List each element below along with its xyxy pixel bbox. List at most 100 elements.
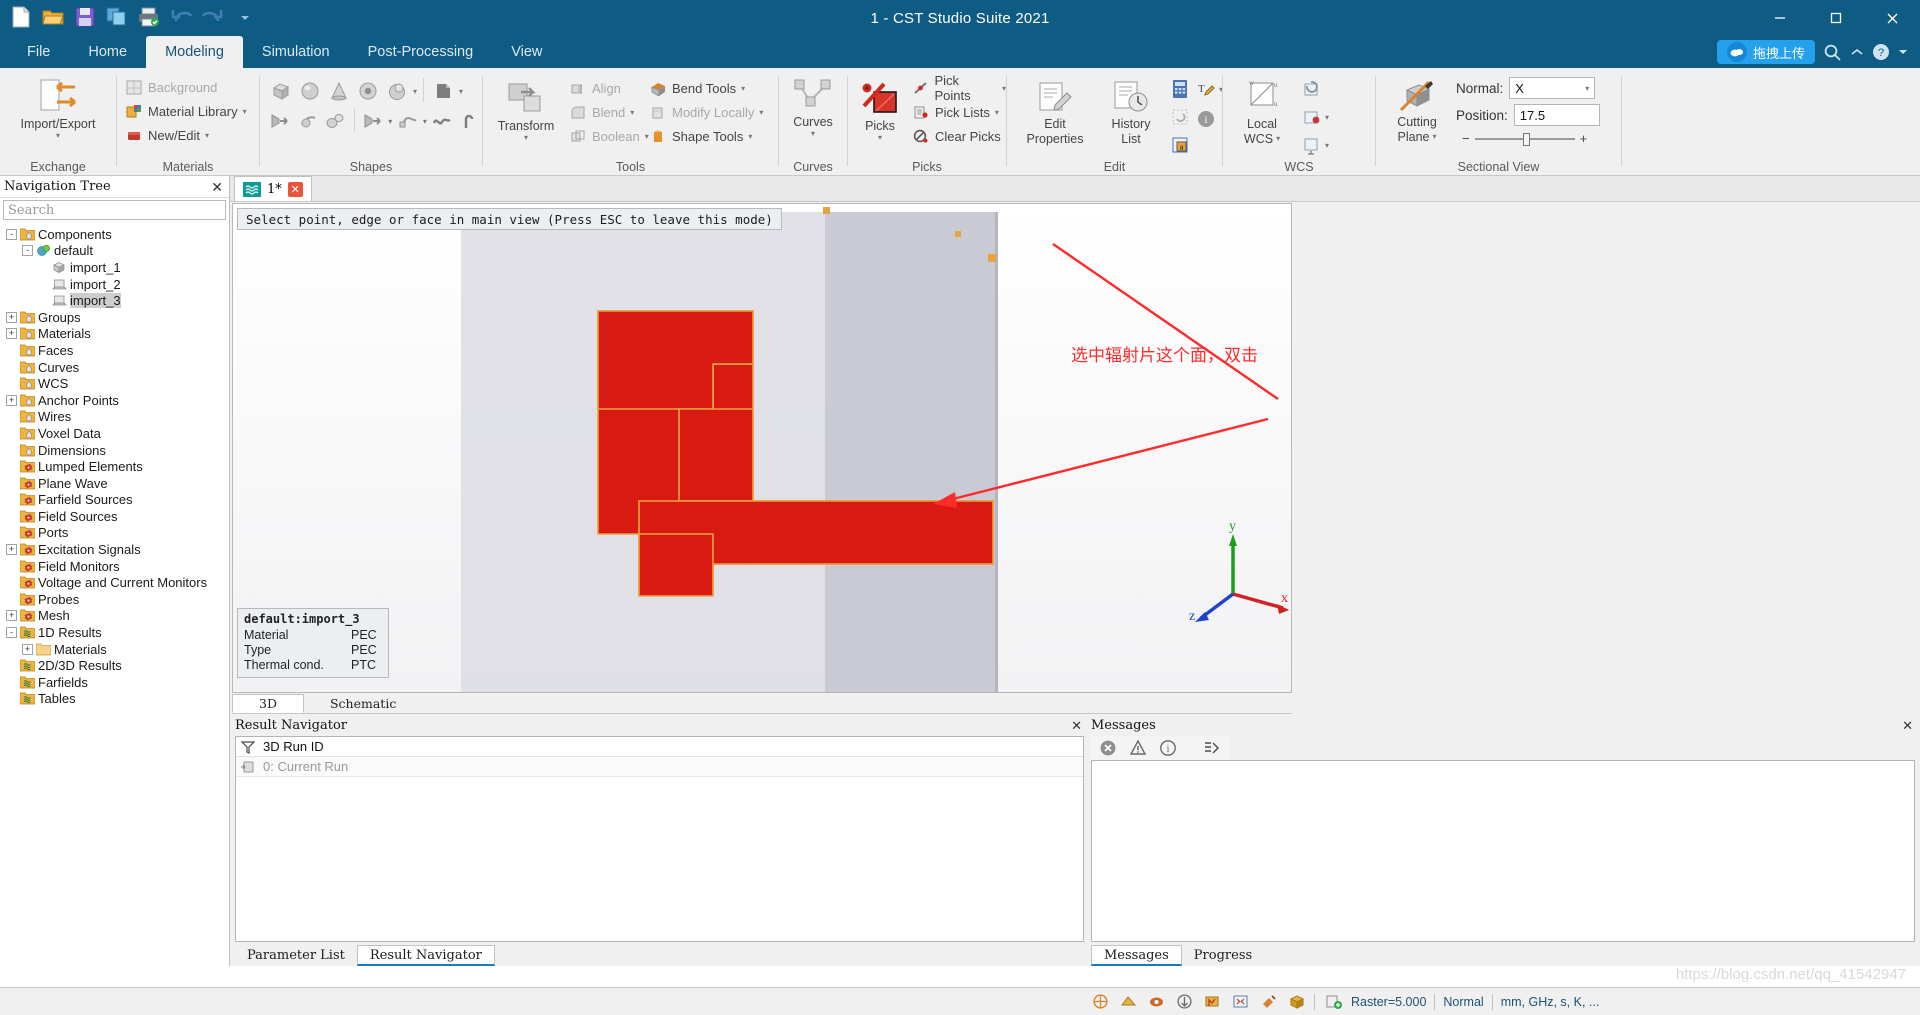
minimize-button[interactable] [1752, 0, 1808, 36]
blend-caret[interactable]: ▾ [630, 108, 634, 117]
cylinder-icon[interactable] [355, 78, 381, 104]
position-slider[interactable] [1474, 132, 1575, 146]
tree-expander[interactable]: + [22, 643, 33, 655]
tree-item-curves[interactable]: Curves [6, 359, 229, 376]
tab-file[interactable]: File [8, 36, 69, 68]
slider-thumb[interactable] [1522, 132, 1530, 146]
tree-expander[interactable]: - [6, 627, 17, 639]
tree-item-farfields[interactable]: Farfields [6, 674, 229, 691]
position-input[interactable]: 17.5 [1513, 104, 1600, 126]
tree-expander[interactable]: + [6, 610, 17, 622]
calculator-icon[interactable] [1167, 76, 1193, 102]
wcs-local-align-icon[interactable] [1299, 104, 1325, 130]
navigation-search-input[interactable]: Search [3, 200, 226, 220]
tab-home[interactable]: Home [69, 36, 146, 68]
sweep-icon[interactable] [361, 108, 386, 134]
shape-tools-button[interactable]: Shape Tools ▾ [649, 124, 763, 148]
tree-item-1d-results[interactable]: - 1D Results [6, 624, 229, 641]
wcs-align-icon[interactable] [1299, 76, 1325, 102]
normal-caret-icon[interactable]: ▾ [1585, 84, 1589, 93]
slider-plus[interactable]: + [1580, 131, 1588, 146]
document-tab-1[interactable]: 1* ✕ [234, 176, 312, 201]
maximize-button[interactable] [1808, 0, 1864, 36]
tree-item-groups[interactable]: + Groups [6, 309, 229, 326]
extrude-icon[interactable] [430, 78, 456, 104]
trace-icon[interactable] [395, 108, 420, 134]
tab-modeling[interactable]: Modeling [146, 36, 243, 68]
tree-expander[interactable]: - [22, 245, 33, 257]
add-icon[interactable] [1323, 992, 1343, 1012]
tree-item-excitation-signals[interactable]: + Excitation Signals [6, 541, 229, 558]
tree-expander[interactable]: + [6, 311, 17, 323]
refresh-icon[interactable] [1167, 104, 1193, 130]
transform-button[interactable]: Transform ▾ [489, 74, 563, 142]
tree-item-dimensions[interactable]: Dimensions [6, 442, 229, 459]
menu-overflow-icon[interactable] [1898, 47, 1908, 57]
tree-expander[interactable]: + [6, 394, 17, 406]
align-button[interactable]: Align [569, 76, 649, 100]
bend-tools-caret[interactable]: ▾ [741, 84, 745, 93]
close-button[interactable] [1864, 0, 1920, 36]
grid-icon[interactable] [1202, 992, 1222, 1012]
bend-tools-button[interactable]: Bend Tools ▾ [649, 76, 763, 100]
shapes-more-caret[interactable]: ▾ [413, 87, 417, 96]
navigation-close-icon[interactable]: ✕ [211, 179, 223, 196]
transform-caret[interactable]: ▾ [524, 133, 528, 142]
tree-item-2d-3d-results[interactable]: 2D/3D Results [6, 657, 229, 674]
tab-simulation[interactable]: Simulation [243, 36, 349, 68]
tree-item-components[interactable]: - Components [6, 226, 229, 243]
messages-close-icon[interactable]: ✕ [1902, 718, 1913, 734]
modify-locally-button[interactable]: Modify Locally ▾ [649, 100, 763, 124]
tab-view[interactable]: View [492, 36, 561, 68]
history-list-button[interactable]: History List [1099, 74, 1163, 146]
box-icon[interactable] [1286, 992, 1306, 1012]
curve-wave-icon[interactable] [430, 108, 455, 134]
tree-item-probes[interactable]: Probes [6, 591, 229, 608]
warning-filter-icon[interactable] [1125, 735, 1151, 761]
sphere-icon[interactable] [297, 78, 323, 104]
cutting-plane-caret[interactable]: ▾ [1432, 132, 1436, 141]
tree-expander[interactable]: + [6, 328, 17, 340]
tab-progress[interactable]: Progress [1182, 945, 1264, 966]
new-edit-button[interactable]: New/Edit ▾ [125, 123, 259, 147]
blend-button[interactable]: Blend ▾ [569, 100, 649, 124]
tree-item-materials[interactable]: + Materials [6, 326, 229, 343]
filter-icon[interactable] [241, 740, 263, 754]
view-icon[interactable] [1146, 992, 1166, 1012]
local-wcs-caret[interactable]: ▾ [1276, 134, 1280, 143]
help-icon[interactable]: ? [1872, 43, 1890, 61]
pick-lists-caret[interactable]: ▾ [995, 108, 999, 117]
background-button[interactable]: Background [125, 75, 259, 99]
3d-scene[interactable]: y x z [233, 204, 1291, 692]
shape-tools-caret[interactable]: ▾ [748, 132, 752, 141]
parameter-icon[interactable]: a [1167, 132, 1193, 158]
tree-item-import-1[interactable]: import_1 [6, 259, 229, 276]
result-navigator-body[interactable]: 3D Run ID 0: Current Run [235, 736, 1084, 942]
tab-result-navigator[interactable]: Result Navigator [356, 945, 495, 966]
wcs-global-icon[interactable] [1299, 132, 1325, 158]
tree-item-default[interactable]: - default [6, 243, 229, 260]
tree-expander[interactable]: - [6, 228, 17, 240]
result-navigator-close-icon[interactable]: ✕ [1071, 718, 1082, 734]
fit-icon[interactable] [1230, 992, 1250, 1012]
chevron-up-icon[interactable] [1850, 47, 1864, 57]
tab-parameter-list[interactable]: Parameter List [235, 945, 357, 966]
rotate-shape-icon[interactable] [296, 108, 321, 134]
material-library-button[interactable]: Material Library ▾ [125, 99, 259, 123]
clear-picks-button[interactable]: Clear Picks [912, 124, 1006, 148]
tree-item-field-monitors[interactable]: Field Monitors [6, 558, 229, 575]
modify-locally-caret[interactable]: ▾ [759, 108, 763, 117]
boolean-button[interactable]: Boolean ▾ [569, 124, 649, 148]
tree-item-faces[interactable]: Faces [6, 342, 229, 359]
cutting-plane-button[interactable]: Cutting Plane ▾ [1384, 74, 1450, 144]
tree-expander[interactable]: + [6, 544, 17, 556]
local-wcs-button[interactable]: wuu Local WCS ▾ [1231, 74, 1293, 146]
viewport-tab-schematic[interactable]: Schematic [304, 694, 422, 713]
tree-item-anchor-points[interactable]: + Anchor Points [6, 392, 229, 409]
tree-item-tables[interactable]: Tables [6, 691, 229, 708]
tree-item-mesh[interactable]: + Mesh [6, 608, 229, 625]
tab-post-processing[interactable]: Post-Processing [349, 36, 493, 68]
rename-icon[interactable]: T [1193, 76, 1219, 102]
tree-item-wcs[interactable]: WCS [6, 375, 229, 392]
navigation-tree[interactable]: - Components - default import_1 import_2 impor… [0, 222, 229, 707]
